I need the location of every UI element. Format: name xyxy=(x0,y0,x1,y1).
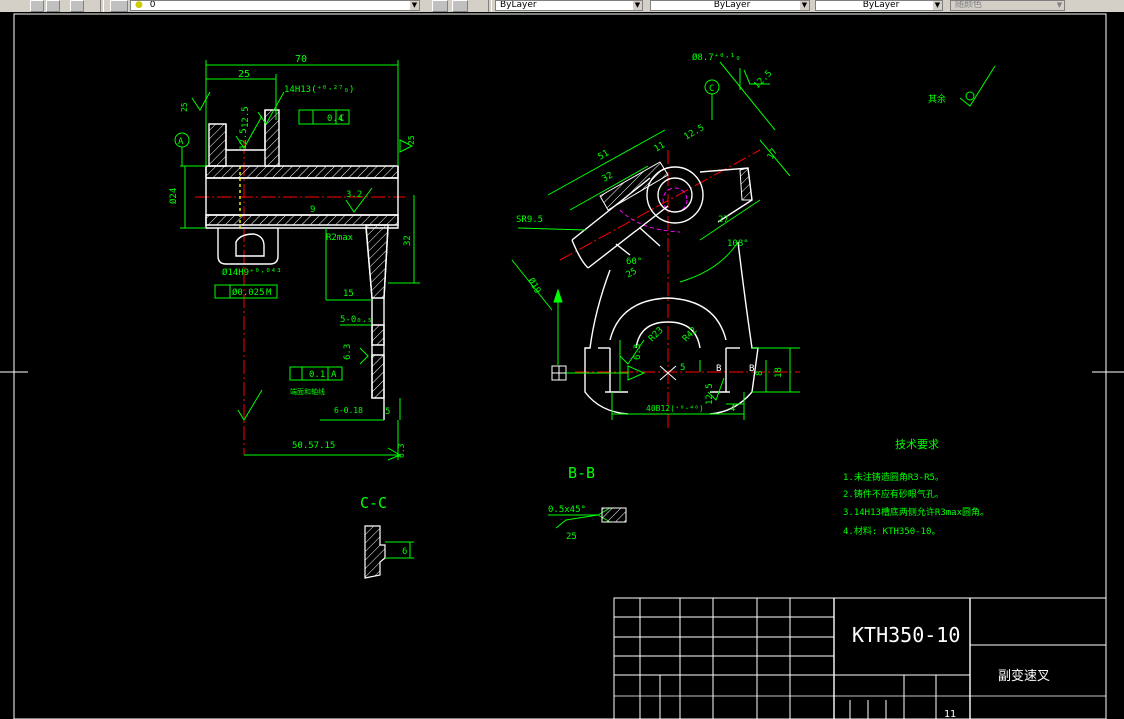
bb-rough: 25 xyxy=(566,532,577,542)
chevron-down-icon: ▼ xyxy=(1055,1,1064,10)
position-tol: Ø0.025 xyxy=(232,287,265,298)
fit-14h13: 14H13(⁺⁰·²⁷₀) xyxy=(284,85,354,95)
section-bb-title: B-B xyxy=(568,464,595,482)
perp-value: 0.1 xyxy=(309,370,325,380)
dim-8: 8 xyxy=(755,371,765,376)
rough-25b: 25 xyxy=(407,135,416,145)
plotstyle-dropdown[interactable]: 随颜色 ▼ xyxy=(950,0,1065,11)
rough-12-5b: 12.5 xyxy=(239,128,249,150)
dim-overall: 70 xyxy=(295,54,307,65)
dim-18: 18 xyxy=(774,367,784,378)
title-material: KTH350-10 xyxy=(852,623,960,647)
dim-27: 27 xyxy=(718,215,729,225)
modifier-m: M xyxy=(266,288,272,298)
linetype-value: ByLayer xyxy=(713,0,751,10)
angle-108: 108° xyxy=(727,239,749,249)
linetype-dropdown[interactable]: ByLayer ▼ xyxy=(650,0,810,11)
chamfer-label: 0.5x45° xyxy=(548,505,586,515)
dia-8-7: Ø8.7⁺⁰·¹₀ xyxy=(692,52,741,63)
tech-req-line-2: 2.铸件不应有砂眼气孔。 xyxy=(843,488,944,500)
perp-note: 端面和轴线 xyxy=(290,387,325,396)
rough-3-2: 3.2 xyxy=(346,190,362,200)
layer-states-button[interactable] xyxy=(30,0,44,12)
r2max: R2max xyxy=(326,233,354,243)
tech-req-line-3: 3.14H13槽底两侧允许R3max圆角。 xyxy=(843,506,989,518)
dim-6: 6-0.18 xyxy=(334,406,363,415)
section-cc-title: C-C xyxy=(360,494,387,512)
chevron-down-icon: ▼ xyxy=(633,1,642,10)
dim-5: 5-0₀.₅ xyxy=(340,315,373,325)
dim-4: 4 xyxy=(730,404,735,414)
lineweight-value: ByLayer xyxy=(862,0,900,10)
cc-dim-6: 6 xyxy=(402,547,407,557)
dim-40: 40B12(⁺⁰·⁴⁸) xyxy=(646,404,704,413)
dia-24: Ø24 xyxy=(168,188,179,204)
bore-dim: Ø14H9⁺⁰·⁰⁴³ xyxy=(222,267,282,278)
datum-a: A xyxy=(178,137,184,147)
color-value: ByLayer xyxy=(500,0,537,10)
layer-name: 0 xyxy=(149,0,156,10)
layer-manager-button[interactable] xyxy=(70,0,84,12)
plotstyle-value: 随颜色 xyxy=(955,0,983,10)
dim-25: 25 xyxy=(238,69,250,80)
dim-32: 32 xyxy=(403,235,413,246)
section-b1: B xyxy=(716,364,721,374)
rough-6-3b: 6.3 xyxy=(397,443,406,458)
perp-datum: A xyxy=(331,370,337,380)
drawing-canvas[interactable]: 70 25 14H13(⁺⁰·²⁷₀) 0.4 C A 12.5 12.5 3.… xyxy=(0,12,1124,719)
layer-previous-icon[interactable] xyxy=(452,0,468,12)
lightbulb-icon: ● xyxy=(135,0,143,10)
dim-5b: 5 xyxy=(385,407,390,417)
rough-12-5c: 12.5 xyxy=(705,383,715,405)
rough-6-3: 6.3 xyxy=(343,344,353,360)
tech-req-line-4: 4.材料: KTH350-10。 xyxy=(843,525,940,537)
angle-60: 60° xyxy=(626,257,642,267)
color-dropdown[interactable]: ByLayer ▼ xyxy=(495,0,643,11)
rough-12-5a: 12.5 xyxy=(241,106,251,128)
other-rough-label: 其余 xyxy=(928,93,946,105)
tech-req-title: 技术要求 xyxy=(895,438,939,451)
section-b2: B xyxy=(749,364,754,374)
chevron-down-icon: ▼ xyxy=(800,1,809,10)
layer-dropdown[interactable]: ● 0 ▼ xyxy=(130,0,420,11)
chevron-down-icon: ▼ xyxy=(933,1,942,10)
chevron-down-icon: ▼ xyxy=(410,1,419,10)
make-current-button[interactable] xyxy=(432,0,448,12)
layer-icon[interactable] xyxy=(110,0,128,12)
title-part-name: 副变速叉 xyxy=(998,668,1050,684)
dim-long: 50.57.15 xyxy=(292,441,335,451)
datum-c-ref: C xyxy=(339,114,344,124)
dim-15: 15 xyxy=(343,289,354,299)
tech-req-line-1: 1.未注铸造圆角R3-R5。 xyxy=(843,471,944,483)
rough-6-3: 6.3 xyxy=(633,344,643,360)
datum-c: C xyxy=(709,84,714,94)
lineweight-dropdown[interactable]: ByLayer ▼ xyxy=(815,0,943,11)
rough-25a: 25 xyxy=(180,102,189,112)
dim-5: 5 xyxy=(680,363,685,373)
sr9-5: SR9.5 xyxy=(516,215,543,225)
layer-previous-button[interactable] xyxy=(46,0,60,12)
title-sheet: 11 xyxy=(944,709,956,719)
dim-9: 9 xyxy=(310,205,315,215)
